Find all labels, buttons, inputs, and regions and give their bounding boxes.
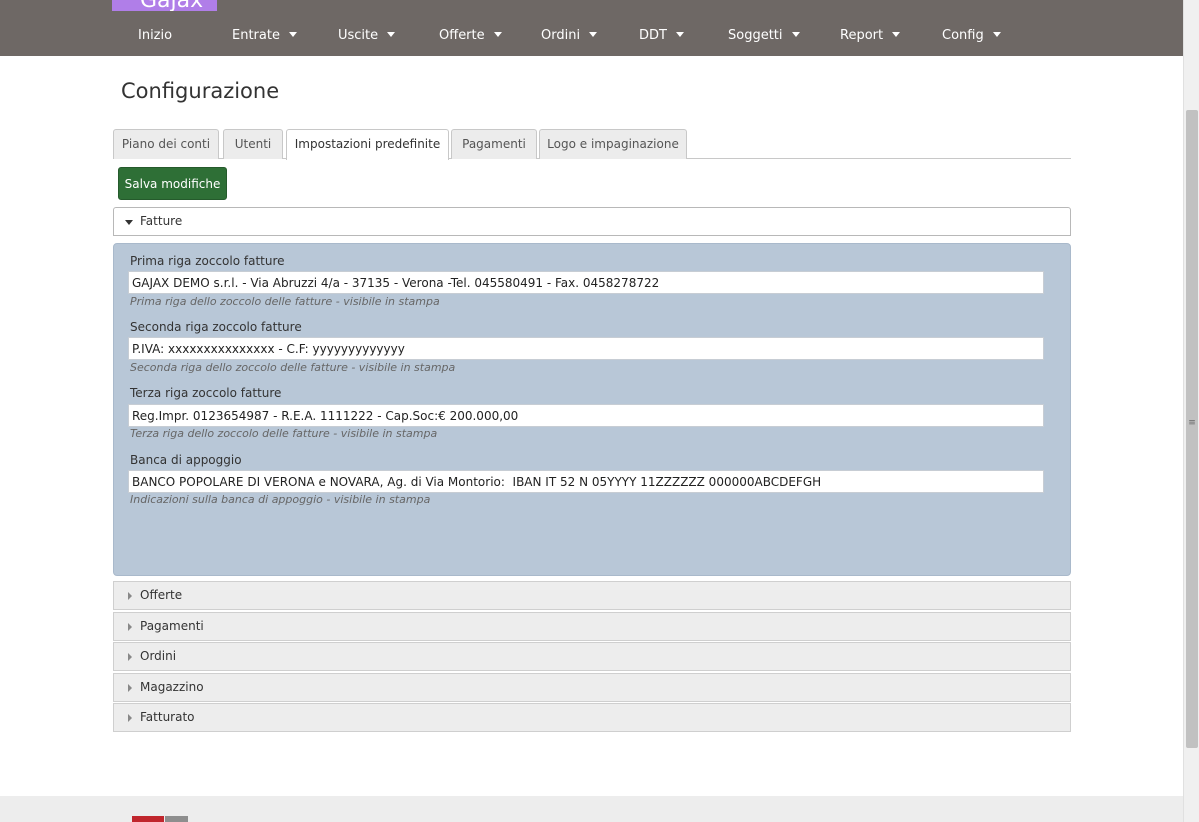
grip-icon: ≡	[1188, 418, 1196, 428]
tab-logo-e-impaginazione[interactable]: Logo e impaginazione	[539, 129, 687, 159]
caret-down-icon	[387, 32, 396, 37]
nav-label: Config	[942, 28, 984, 43]
field-help-banca: Indicazioni sulla banca di appoggio - vi…	[130, 493, 431, 506]
triangle-down-icon	[125, 220, 133, 225]
caret-down-icon	[589, 32, 598, 37]
triangle-right-icon	[128, 714, 132, 722]
accordion-header-label: Fatturato	[140, 710, 195, 724]
caret-down-icon	[892, 32, 901, 37]
tab-pagamenti[interactable]: Pagamenti	[451, 129, 537, 159]
footer-logo-part	[165, 816, 188, 822]
accordion-header-label: Ordini	[140, 649, 177, 663]
nav-item-config[interactable]: Config	[942, 27, 1001, 45]
nav-item-offerte[interactable]: Offerte	[439, 27, 502, 45]
field-label-banca: Banca di appoggio	[130, 453, 242, 467]
caret-down-icon	[288, 32, 297, 37]
seconda-riga-input[interactable]	[128, 337, 1044, 360]
app-logo-text: Gajax	[140, 0, 203, 11]
page-footer	[0, 796, 1183, 822]
caret-down-icon	[675, 32, 684, 37]
accordion-header-pagamenti[interactable]: Pagamenti	[113, 612, 1071, 641]
scrollbar-thumb[interactable]: ≡	[1186, 110, 1198, 748]
nav-label: Soggetti	[728, 28, 783, 43]
triangle-right-icon	[128, 684, 132, 692]
accordion-header-fatturato[interactable]: Fatturato	[113, 703, 1071, 732]
accordion-header-fatture[interactable]: Fatture	[113, 207, 1071, 236]
accordion-header-label: Fatture	[140, 214, 183, 228]
field-label-seconda-riga: Seconda riga zoccolo fatture	[130, 320, 302, 334]
tab-piano-dei-conti[interactable]: Piano dei conti	[113, 129, 219, 159]
caret-down-icon	[992, 32, 1001, 37]
page-title: Configurazione	[121, 79, 280, 103]
nav-label: Ordini	[541, 28, 581, 43]
field-label-prima-riga: Prima riga zoccolo fatture	[130, 254, 285, 268]
field-label-terza-riga: Terza riga zoccolo fatture	[130, 386, 282, 400]
nav-label: Entrate	[232, 28, 280, 43]
nav-item-report[interactable]: Report	[840, 27, 901, 45]
field-help-seconda-riga: Seconda riga dello zoccolo delle fatture…	[130, 361, 456, 374]
terza-riga-input[interactable]	[128, 404, 1044, 427]
fatture-panel: Prima riga zoccolo fatture Prima riga de…	[113, 243, 1071, 576]
nav-label: Offerte	[439, 28, 485, 43]
nav-item-soggetti[interactable]: Soggetti	[728, 27, 800, 45]
caret-down-icon	[493, 32, 502, 37]
nav-item-ordini[interactable]: Ordini	[541, 27, 598, 45]
nav-item-uscite[interactable]: Uscite	[338, 27, 396, 45]
nav-item-inizio[interactable]: Inizio	[138, 27, 172, 45]
nav-item-entrate[interactable]: Entrate	[232, 27, 297, 45]
caret-down-icon	[791, 32, 800, 37]
nav-item-ddt[interactable]: DDT	[639, 27, 684, 45]
config-tabs: Piano dei conti Utenti Impostazioni pred…	[113, 129, 1071, 160]
triangle-right-icon	[128, 592, 132, 600]
triangle-right-icon	[128, 653, 132, 661]
accordion-header-ordini[interactable]: Ordini	[113, 642, 1071, 671]
field-help-prima-riga: Prima riga dello zoccolo delle fatture -…	[130, 295, 440, 308]
top-navbar: Gajax Inizio Entrate Uscite Offerte Ordi…	[0, 0, 1183, 56]
footer-logo	[132, 816, 164, 822]
accordion-header-magazzino[interactable]: Magazzino	[113, 673, 1071, 702]
tab-utenti[interactable]: Utenti	[223, 129, 283, 159]
save-button[interactable]: Salva modifiche	[118, 167, 227, 200]
triangle-right-icon	[128, 623, 132, 631]
vertical-scrollbar[interactable]: ≡	[1183, 0, 1199, 822]
banca-appoggio-input[interactable]	[128, 470, 1044, 493]
prima-riga-input[interactable]	[128, 271, 1044, 294]
nav-label: Inizio	[138, 28, 173, 43]
accordion-header-label: Offerte	[140, 588, 183, 602]
accordion-header-label: Pagamenti	[140, 619, 204, 633]
accordion-header-label: Magazzino	[140, 680, 204, 694]
tab-impostazioni-predefinite[interactable]: Impostazioni predefinite	[286, 129, 449, 160]
nav-label: Uscite	[338, 28, 379, 43]
accordion-header-offerte[interactable]: Offerte	[113, 581, 1071, 610]
app-logo[interactable]: Gajax	[112, 0, 217, 11]
nav-label: Report	[840, 28, 884, 43]
field-help-terza-riga: Terza riga dello zoccolo delle fatture -…	[130, 427, 438, 440]
nav-label: DDT	[639, 28, 667, 43]
